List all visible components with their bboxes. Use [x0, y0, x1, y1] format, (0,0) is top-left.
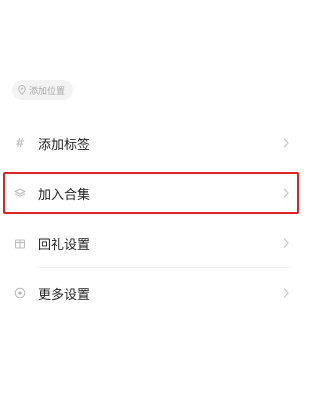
menu-item-gift-settings[interactable]: 回礼设置: [0, 218, 302, 268]
location-pin-icon: [18, 85, 26, 95]
gift-icon: [14, 237, 26, 249]
menu-item-more-settings[interactable]: 更多设置: [0, 268, 302, 318]
chevron-right-icon: [283, 238, 289, 248]
menu-item-label: 回礼设置: [38, 237, 91, 253]
collection-layers-icon: [14, 187, 26, 199]
menu-item-add-to-collection[interactable]: 加入合集: [3, 172, 299, 214]
chevron-right-icon: [283, 138, 289, 148]
menu-item-label: 添加标签: [38, 137, 91, 153]
add-location-chip[interactable]: 添加位置: [12, 80, 74, 100]
menu-item-label: 加入合集: [38, 187, 91, 203]
menu-item-add-tag[interactable]: # 添加标签: [0, 118, 302, 168]
add-location-label: 添加位置: [29, 86, 66, 97]
hash-icon: #: [14, 136, 26, 150]
chevron-right-icon: [283, 288, 289, 298]
post-settings-menu: # 添加标签 加入合集 回礼设置 更多设置: [0, 118, 302, 318]
settings-circle-icon: [14, 287, 26, 299]
chevron-right-icon: [283, 188, 289, 198]
menu-item-label: 更多设置: [38, 287, 91, 303]
